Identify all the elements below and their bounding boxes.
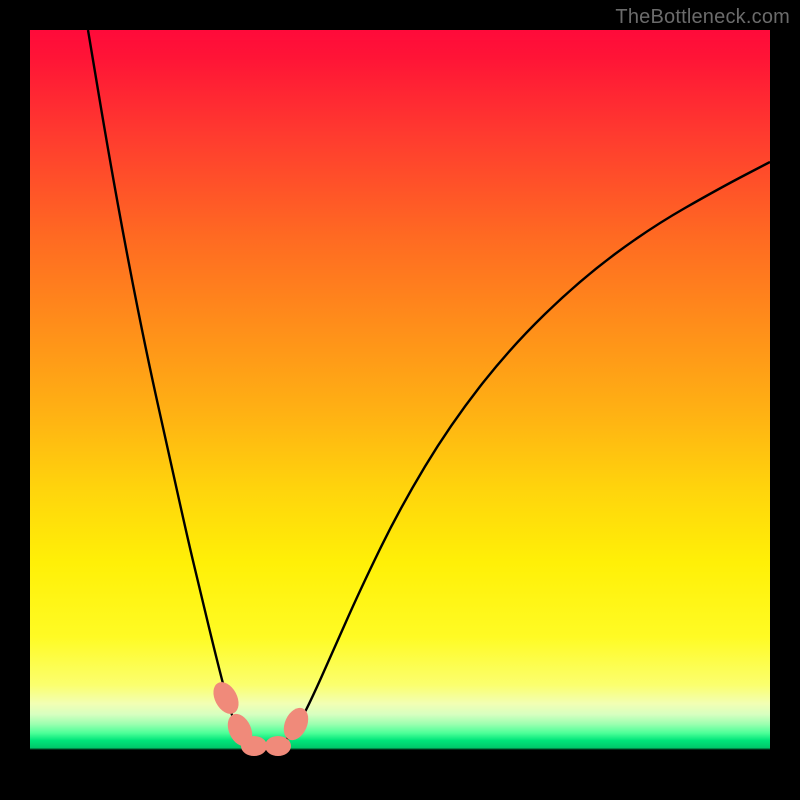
plot-area: [30, 30, 770, 770]
marker-left-upper: [208, 678, 243, 718]
curve-layer: [30, 30, 770, 770]
marker-valley-left: [241, 736, 267, 756]
left-curve: [88, 30, 254, 742]
right-curve: [280, 162, 770, 742]
marker-group: [208, 678, 313, 756]
marker-valley-right: [265, 736, 291, 756]
chart-frame: TheBottleneck.com: [0, 0, 800, 800]
watermark-text: TheBottleneck.com: [615, 6, 790, 29]
